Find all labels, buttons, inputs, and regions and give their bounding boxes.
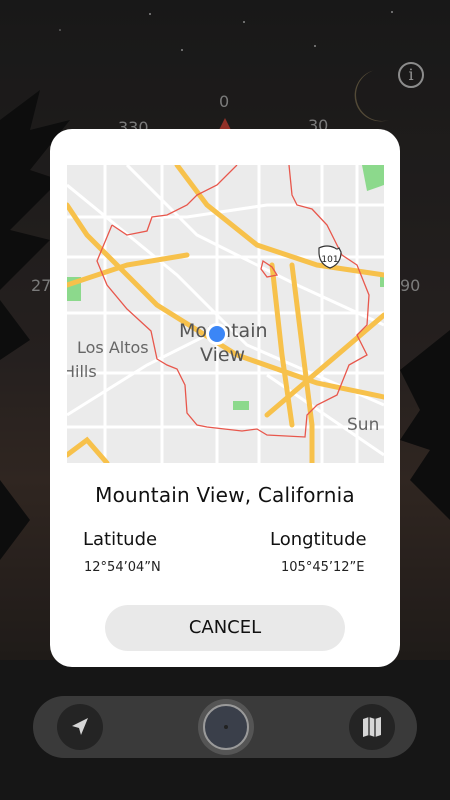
map-label-hills: Hills [67, 362, 97, 381]
location-title: Mountain View, California [95, 483, 355, 507]
longitude-value: 105°45’12”E [281, 560, 365, 575]
location-dialog: 101 Mountain View Los Altos Hills Sun Mo… [50, 129, 400, 667]
map-label-sun: Sun [347, 415, 379, 435]
highway-shield-text: 101 [321, 255, 338, 265]
latitude-value: 12°54’04”N [84, 560, 161, 575]
longitude-label: Longtitude [270, 529, 367, 550]
bottom-nav [33, 696, 417, 758]
map-label-view: View [200, 344, 245, 366]
cancel-button[interactable]: CANCEL [105, 605, 345, 651]
compass-icon[interactable] [198, 699, 254, 755]
latitude-label: Latitude [83, 529, 158, 550]
highway-shield: 101 [318, 245, 342, 269]
navigation-arrow-icon[interactable] [57, 704, 103, 750]
map-icon[interactable] [349, 704, 395, 750]
map-label-los-altos: Los Altos [77, 338, 149, 357]
map-graphic: 101 Mountain View Los Altos Hills Sun [67, 165, 384, 463]
location-map[interactable]: 101 Mountain View Los Altos Hills Sun [67, 165, 384, 463]
